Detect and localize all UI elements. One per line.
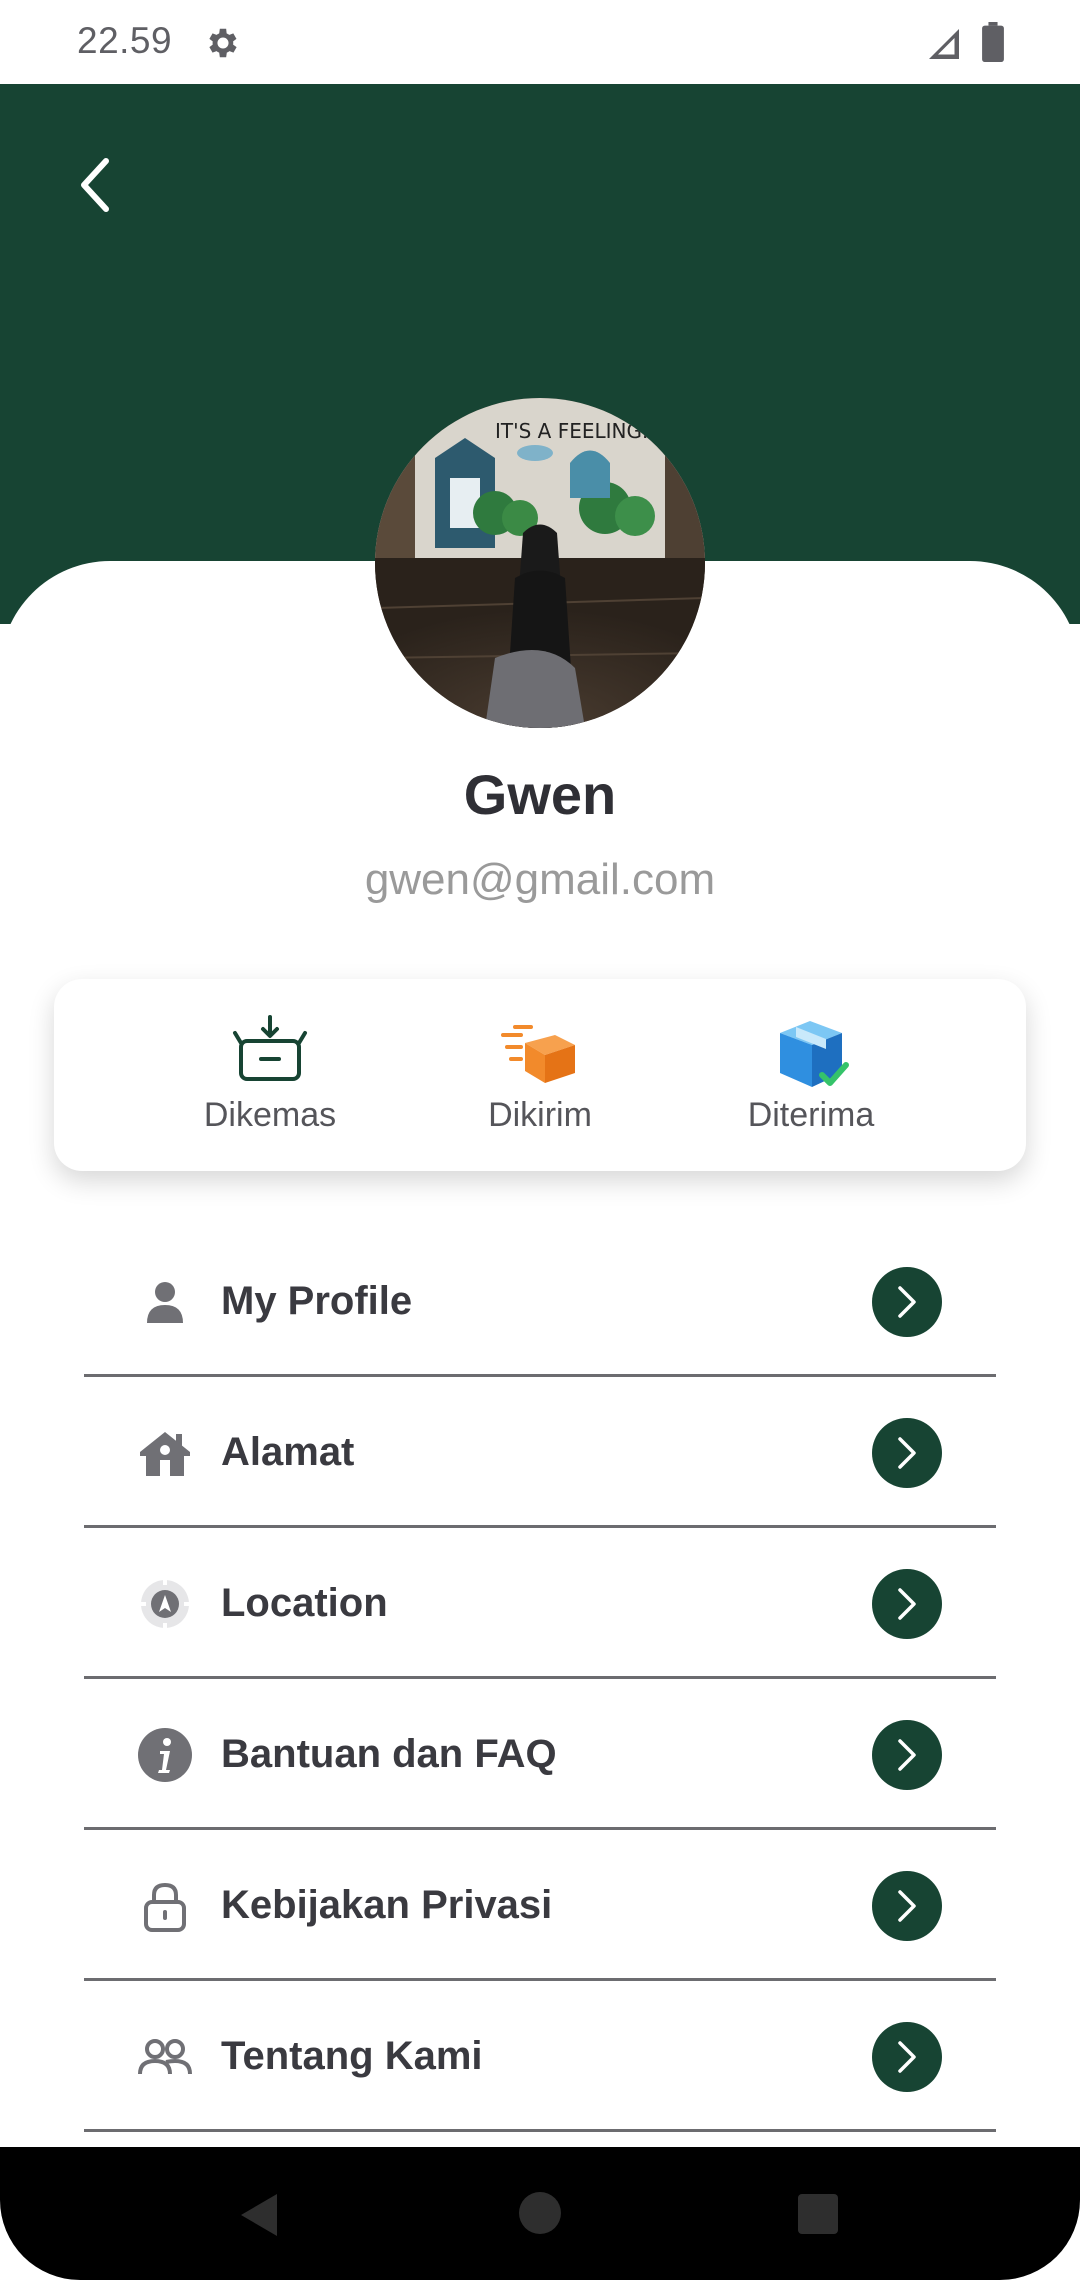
avatar[interactable]: IT'S A FEELING. xyxy=(375,398,705,728)
order-status-label: Diterima xyxy=(747,1096,875,1134)
menu-item-label: My Profile xyxy=(221,1279,413,1323)
back-button[interactable] xyxy=(70,150,120,220)
order-status-label: Dikirim xyxy=(488,1096,592,1134)
menu-item-location[interactable]: Location xyxy=(84,1529,996,1679)
info-icon xyxy=(138,1728,192,1782)
avatar-photo: IT'S A FEELING. xyxy=(375,398,705,728)
divider xyxy=(84,1525,996,1528)
menu-item-label: Bantuan dan FAQ xyxy=(221,1732,557,1776)
chevron-right-button[interactable] xyxy=(872,2022,942,2092)
menu-item-label: Location xyxy=(221,1581,388,1625)
battery-icon xyxy=(982,22,1004,62)
divider xyxy=(84,1827,996,1830)
divider xyxy=(84,2129,996,2132)
chevron-right-icon xyxy=(898,1588,916,1620)
lock-icon xyxy=(144,1882,186,1932)
chevron-right-icon xyxy=(898,1286,916,1318)
signal-icon xyxy=(929,29,959,59)
received-box-icon xyxy=(780,1021,849,1087)
system-nav-bar xyxy=(0,2147,1080,2280)
people-icon xyxy=(138,2039,192,2075)
chevron-right-button[interactable] xyxy=(872,1267,942,1337)
divider xyxy=(84,1676,996,1679)
divider xyxy=(84,1374,996,1377)
menu-item-alamat[interactable]: Alamat xyxy=(84,1378,996,1528)
menu-item-label: Kebijakan Privasi xyxy=(221,1883,553,1927)
nav-back-icon[interactable] xyxy=(237,2192,281,2238)
chevron-right-icon xyxy=(898,1739,916,1771)
status-time: 22.59 xyxy=(77,20,173,61)
chevron-right-button[interactable] xyxy=(872,1720,942,1790)
location-icon xyxy=(138,1577,192,1631)
menu-item-label: Tentang Kami xyxy=(221,2034,483,2078)
user-email: gwen@gmail.com xyxy=(364,855,716,904)
chevron-right-icon xyxy=(898,2041,916,2073)
menu-item-bantuan-faq[interactable]: Bantuan dan FAQ xyxy=(84,1680,996,1830)
house-icon xyxy=(140,1432,190,1476)
chevron-right-button[interactable] xyxy=(872,1569,942,1639)
package-download-icon xyxy=(233,1015,307,1081)
user-name: Gwen xyxy=(463,763,617,826)
person-icon xyxy=(147,1282,183,1323)
chevron-right-icon xyxy=(898,1437,916,1469)
nav-home-icon[interactable] xyxy=(519,2192,561,2234)
order-status-label: Dikemas xyxy=(203,1096,337,1134)
order-status-card: Dikemas Dikirim Diterima xyxy=(54,979,1026,1171)
chevron-right-button[interactable] xyxy=(872,1418,942,1488)
menu-item-kebijakan-privasi[interactable]: Kebijakan Privasi xyxy=(84,1831,996,1981)
menu-item-tentang-kami[interactable]: Tentang Kami xyxy=(84,1982,996,2132)
chevron-right-icon xyxy=(898,1890,916,1922)
menu-item-my-profile[interactable]: My Profile xyxy=(84,1227,996,1377)
chevron-right-button[interactable] xyxy=(872,1871,942,1941)
order-status-diterima[interactable]: Diterima xyxy=(701,979,921,1171)
menu-item-label: Alamat xyxy=(221,1430,355,1474)
order-status-dikemas[interactable]: Dikemas xyxy=(160,979,380,1171)
shipping-box-icon xyxy=(501,1025,575,1083)
gear-icon xyxy=(209,28,237,58)
chevron-left-icon xyxy=(81,158,109,212)
nav-recents-icon[interactable] xyxy=(798,2194,838,2234)
order-status-dikirim[interactable]: Dikirim xyxy=(430,979,650,1171)
status-bar: 22.59 xyxy=(0,0,1080,84)
divider xyxy=(84,1978,996,1981)
svg-text:IT'S A FEELING.: IT'S A FEELING. xyxy=(495,419,648,443)
